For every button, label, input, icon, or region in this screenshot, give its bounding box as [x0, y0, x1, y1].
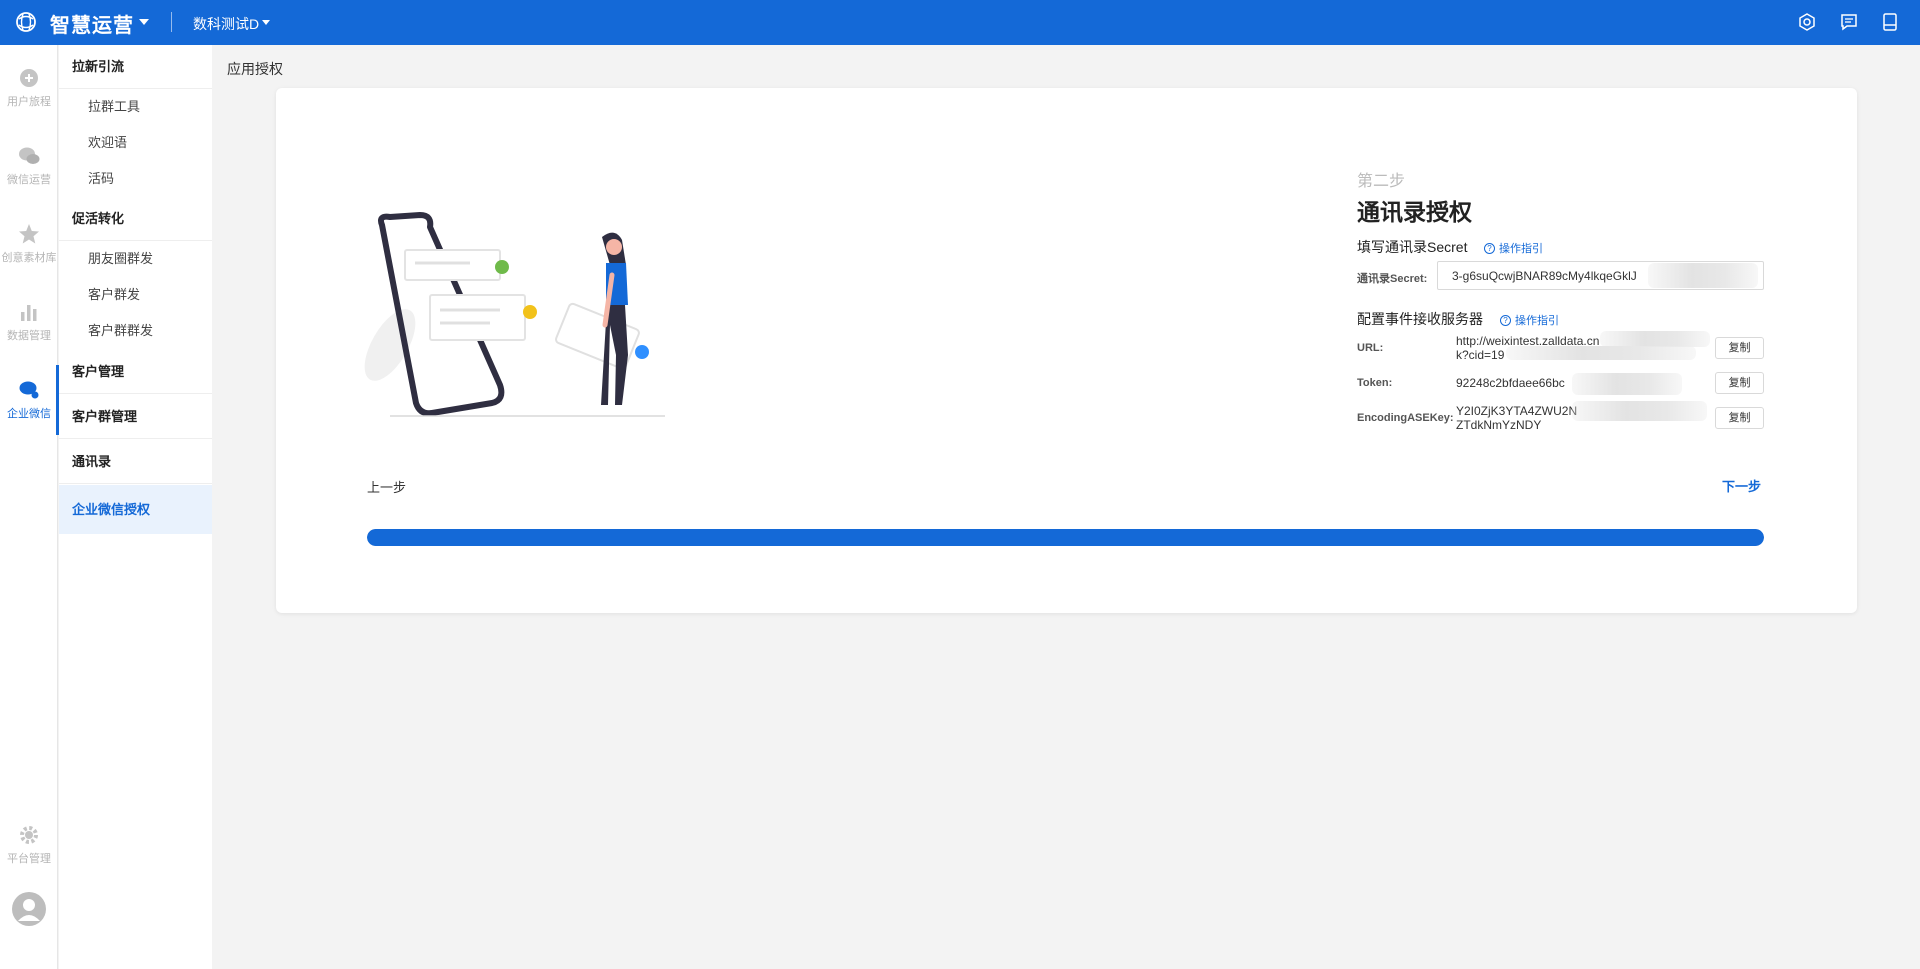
settings-icon[interactable]	[1797, 12, 1817, 32]
copy-url-button[interactable]: 复制	[1715, 337, 1764, 359]
bar-chart-icon	[21, 305, 37, 321]
top-bar: 智慧运营 数科测试D	[0, 0, 1920, 45]
help-icon: ?	[1484, 242, 1495, 254]
logo-icon	[16, 12, 36, 32]
divider	[171, 12, 172, 32]
redaction-mask	[1572, 373, 1682, 395]
menu-group-authorization[interactable]: 企业微信授权	[59, 485, 212, 534]
redaction-mask	[1572, 401, 1707, 421]
copy-token-button[interactable]: 复制	[1715, 372, 1764, 394]
rail-label: 微信运营	[7, 174, 51, 186]
menu-item-group-tool[interactable]: 拉群工具	[59, 89, 212, 125]
guide-label: 操作指引	[1515, 315, 1559, 327]
project-selector[interactable]: 数科测试D	[193, 14, 259, 34]
chevron-down-icon[interactable]	[139, 19, 149, 25]
aes-value-line1: Y2I0ZjK3YTA4ZWU2N	[1456, 404, 1578, 418]
help-icon: ?	[1500, 314, 1511, 326]
url-label: URL:	[1357, 342, 1384, 354]
progress-fill	[367, 529, 1764, 546]
app-title[interactable]: 智慧运营	[50, 9, 134, 38]
token-value: 92248c2bfdaee66bc	[1456, 376, 1565, 390]
guide-link[interactable]: ? 操作指引	[1500, 312, 1559, 328]
next-step-button[interactable]: 下一步	[1722, 476, 1761, 495]
wechat-icon	[19, 147, 40, 164]
copy-aes-key-button[interactable]: 复制	[1715, 407, 1764, 429]
sub-menu: 拉新引流 拉群工具 欢迎语 活码 促活转化 朋友圈群发 客户群发 客户群群发 客…	[59, 45, 212, 969]
progress-bar	[367, 529, 1764, 546]
guide-link[interactable]: ? 操作指引	[1484, 240, 1543, 256]
rail-label: 平台管理	[7, 853, 51, 865]
prev-step-button[interactable]: 上一步	[367, 477, 406, 496]
menu-group-contacts[interactable]: 通讯录	[59, 440, 212, 484]
rail-item-journey[interactable]: 用户旅程	[0, 53, 58, 123]
rail-label: 数据管理	[7, 330, 51, 342]
rail-item-creative[interactable]: 创意素材库	[0, 209, 58, 279]
menu-group-conversion[interactable]: 促活转化	[59, 197, 212, 241]
redaction-mask	[1648, 263, 1758, 288]
chevron-down-icon[interactable]	[262, 20, 270, 25]
avatar[interactable]	[12, 892, 46, 926]
rail-label: 用户旅程	[7, 96, 51, 108]
aes-value-line2: ZTdkNmYzNDY	[1456, 418, 1542, 432]
server-section-title: 配置事件接收服务器	[1357, 311, 1483, 327]
secret-label: 通讯录Secret:	[1357, 273, 1428, 285]
rail-item-platform[interactable]: 平台管理	[0, 810, 58, 880]
user-icon	[18, 899, 40, 921]
work-wechat-icon	[19, 381, 39, 399]
illustration	[364, 212, 665, 417]
menu-item-moments[interactable]: 朋友圈群发	[59, 241, 212, 277]
menu-item-live-code[interactable]: 活码	[59, 161, 212, 197]
url-value-line2: k?cid=19	[1456, 348, 1505, 362]
secret-section-title: 填写通讯录Secret	[1357, 239, 1468, 255]
menu-group-customer-groups[interactable]: 客户群管理	[59, 395, 212, 439]
step-title: 通讯录授权	[1357, 199, 1472, 225]
menu-group-customers[interactable]: 客户管理	[59, 350, 212, 394]
rail-label: 企业微信	[7, 408, 51, 420]
journey-icon	[20, 69, 38, 87]
rail-item-wechat[interactable]: 微信运营	[0, 131, 58, 201]
redaction-mask	[1506, 346, 1696, 360]
token-label: Token:	[1357, 377, 1393, 389]
rail-label: 创意素材库	[1, 252, 57, 264]
menu-item-customer-broadcast[interactable]: 客户群发	[59, 277, 212, 313]
menu-item-welcome[interactable]: 欢迎语	[59, 125, 212, 161]
menu-group-acquisition[interactable]: 拉新引流	[59, 45, 212, 89]
rail-item-data[interactable]: 数据管理	[0, 287, 58, 357]
star-icon	[19, 224, 39, 244]
gear-icon	[20, 826, 38, 844]
guide-label: 操作指引	[1499, 243, 1543, 255]
aes-key-label: EncodingASEKey:	[1357, 412, 1454, 424]
icon-rail: 用户旅程 微信运营 创意素材库 数据管理 企业微信 平台管理	[0, 45, 59, 969]
step-number: 第二步	[1357, 173, 1406, 190]
breadcrumb: 应用授权	[227, 61, 283, 77]
redaction-mask	[1600, 331, 1710, 347]
menu-item-group-broadcast[interactable]: 客户群群发	[59, 313, 212, 349]
rail-item-work-wechat[interactable]: 企业微信	[0, 365, 59, 435]
message-icon[interactable]	[1839, 12, 1859, 32]
document-icon[interactable]	[1880, 12, 1900, 32]
